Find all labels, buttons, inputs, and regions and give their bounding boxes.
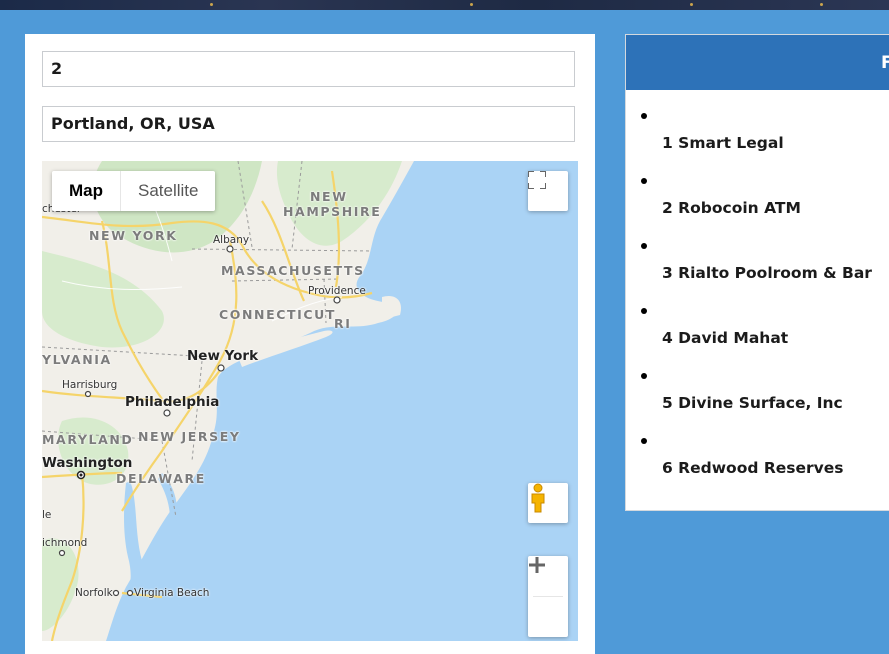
minus-icon — [529, 563, 545, 567]
map-label-rhode-island: RI — [334, 316, 352, 331]
map-label-connecticut: CONNECTICUT — [219, 307, 337, 322]
list-item[interactable]: 1 Smart Legal — [626, 90, 889, 155]
map-label-new-hampshire: NEW — [310, 189, 348, 204]
bullet-icon — [641, 178, 647, 184]
map-label-philadelphia: Philadelphia — [125, 394, 220, 410]
result-name: 2 Robocoin ATM — [662, 199, 801, 217]
banner-light — [210, 3, 213, 6]
results-header-title: F — [881, 53, 889, 73]
result-name: 4 David Mahat — [662, 329, 789, 347]
banner-light — [690, 3, 693, 6]
map-label-new-york-state: NEW YORK — [89, 228, 178, 243]
map-label-new-jersey: NEW JERSEY — [138, 429, 241, 444]
results-header: F — [626, 35, 889, 90]
capital-dot-inner — [79, 473, 83, 477]
map-label-norfolk: Norfolk — [75, 587, 113, 599]
result-name: 1 Smart Legal — [662, 134, 784, 152]
banner-light — [470, 3, 473, 6]
list-item[interactable]: 2 Robocoin ATM — [626, 155, 889, 220]
list-item[interactable]: 6 Redwood Reserves — [626, 415, 889, 480]
banner-light — [820, 3, 823, 6]
count-input[interactable]: 2 — [42, 51, 575, 87]
map-label-maryland: MARYLAND — [42, 432, 134, 447]
bullet-icon — [641, 113, 647, 119]
bullet-icon — [641, 243, 647, 249]
map-label-providence: Providence — [308, 285, 366, 297]
location-input[interactable]: Portland, OR, USA — [42, 106, 575, 142]
map-label-delaware: DELAWARE — [116, 471, 206, 486]
result-name: 3 Rialto Poolroom & Bar — [662, 264, 872, 282]
zoom-out-button[interactable] — [528, 563, 568, 637]
map-label-virginia-beach: Virginia Beach — [134, 587, 210, 599]
top-banner-strip — [0, 0, 889, 10]
map-widget[interactable]: chester NEW HAMPSHIRE NEW YORK Albany MA… — [42, 161, 578, 641]
map-type-control: Map Satellite — [52, 171, 216, 211]
map-label-new-york-city: New York — [187, 348, 259, 364]
map-label-massachusetts: MASSACHUSETTS — [221, 263, 365, 278]
map-label-partial: le — [42, 509, 52, 521]
map-label-pennsylvania: YLVANIA — [42, 352, 112, 367]
map-label-richmond: ichmond — [42, 537, 88, 549]
map-label-new-hampshire: HAMPSHIRE — [283, 204, 382, 219]
street-view-button[interactable] — [528, 483, 568, 523]
list-item[interactable]: 4 David Mahat — [626, 285, 889, 350]
list-item[interactable]: 3 Rialto Poolroom & Bar — [626, 220, 889, 285]
map-label-washington: Washington — [42, 455, 133, 471]
map-type-satellite-button[interactable]: Satellite — [121, 171, 216, 211]
zoom-control — [528, 556, 568, 637]
result-name: 5 Divine Surface, Inc — [662, 394, 843, 412]
bullet-icon — [641, 438, 647, 444]
results-card: F 1 Smart Legal 2 Robocoin ATM 3 Rialto … — [625, 34, 889, 511]
map-label-harrisburg: Harrisburg — [62, 379, 118, 391]
list-item[interactable]: 5 Divine Surface, Inc — [626, 350, 889, 415]
result-name: 6 Redwood Reserves — [662, 459, 844, 477]
bullet-icon — [641, 373, 647, 379]
bullet-icon — [641, 308, 647, 314]
fullscreen-button[interactable] — [528, 171, 568, 211]
fullscreen-icon — [528, 171, 546, 189]
results-list: 1 Smart Legal 2 Robocoin ATM 3 Rialto Po… — [626, 90, 889, 480]
pegman-icon — [531, 483, 545, 513]
map-type-map-button[interactable]: Map — [52, 171, 120, 211]
map-label-albany: Albany — [213, 234, 250, 246]
search-card: 2 Portland, OR, USA NEW HAMPSHIRE NEW YO… — [25, 34, 595, 654]
